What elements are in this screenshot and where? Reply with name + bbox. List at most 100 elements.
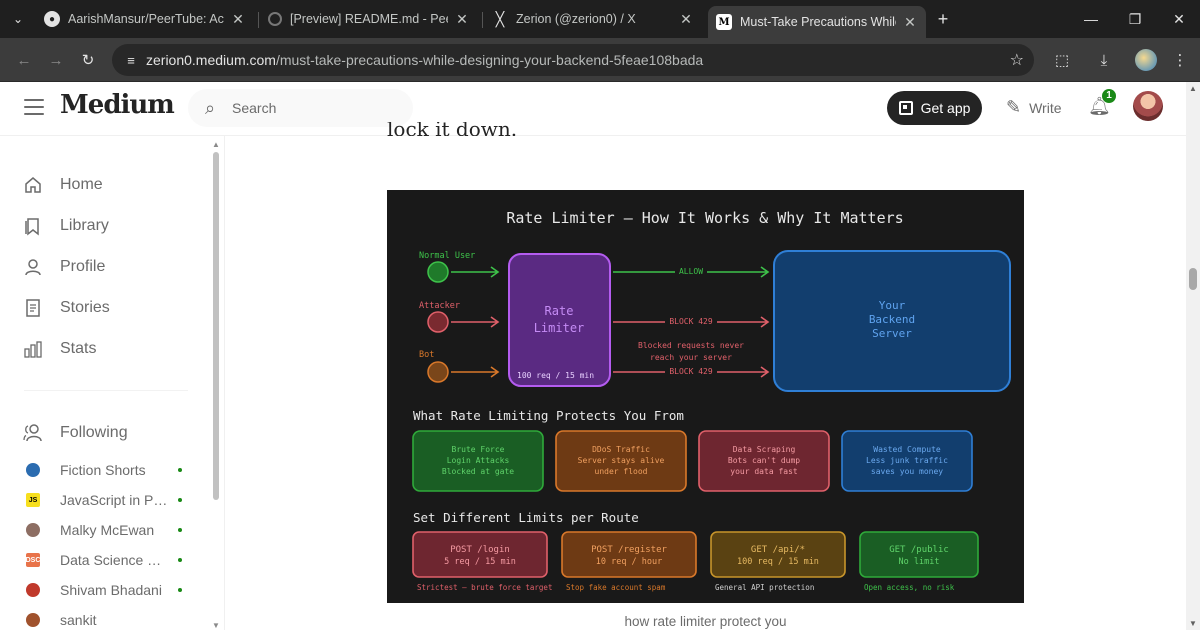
server-label-2: Backend [869, 313, 915, 326]
author-avatar [26, 613, 40, 627]
tab-peertube-activity[interactable]: ● AarishMansur/PeerTube: Activit ✕ [36, 4, 254, 34]
figure-caption: how rate limiter protect you [624, 614, 787, 629]
sidebar-item-profile[interactable]: Profile [22, 256, 105, 278]
svg-text:Server stays alive: Server stays alive [578, 456, 665, 465]
qr-code-icon [898, 101, 913, 115]
scroll-down-arrow-icon[interactable]: ▼ [1189, 619, 1197, 628]
author-avatar [26, 583, 40, 597]
sidebar-item-stories[interactable]: Stories [22, 297, 110, 319]
blocked-note-2: reach your server [650, 353, 732, 362]
following-item[interactable]: JS JavaScript in Pla… [26, 492, 186, 508]
tab-search-button[interactable]: ⌄ [6, 7, 30, 31]
sidebar-item-library[interactable]: Library [22, 215, 109, 237]
x-logo-icon: ╳ [495, 10, 505, 27]
protect-card-compute: Wasted Compute Less junk traffic saves y… [841, 430, 973, 492]
user-avatar[interactable] [1133, 91, 1163, 121]
document-icon [22, 297, 44, 319]
close-tab-icon[interactable]: ✕ [454, 11, 470, 28]
sidebar-item-following[interactable]: Following [22, 422, 128, 444]
tab-title: Zerion (@zerion0) / X [516, 12, 636, 26]
people-icon [22, 422, 44, 444]
diagram-title: Rate Limiter — How It Works & Why It Mat… [506, 209, 903, 227]
search-input[interactable] [232, 100, 392, 116]
protect-card-ddos: DDoS Traffic Server stays alive under fl… [555, 430, 687, 492]
server-label-1: Your [879, 299, 906, 312]
page-scroll-thumb[interactable] [1189, 268, 1197, 290]
address-bar[interactable]: ≡ zerion0.medium.com/must-take-precautio… [112, 44, 1034, 76]
pencil-square-icon: ✎ [1006, 97, 1022, 117]
block-label-1: BLOCK 429 [669, 317, 713, 326]
get-app-label: Get app [920, 100, 971, 116]
svg-text:Less junk traffic: Less junk traffic [866, 456, 948, 465]
new-story-dot [178, 528, 182, 532]
menu-hamburger-icon[interactable] [24, 99, 44, 119]
home-icon [22, 174, 44, 196]
loading-icon [268, 12, 282, 26]
browser-profile-avatar[interactable] [1135, 49, 1157, 71]
left-sidebar: Home Library Profile Stories Stats Follo… [0, 136, 225, 630]
svg-text:10 req / hour: 10 req / hour [596, 557, 663, 567]
forward-button[interactable]: → [44, 48, 68, 72]
tab-separator [482, 12, 483, 28]
close-tab-icon[interactable]: ✕ [678, 11, 694, 28]
bookmark-star-icon[interactable]: ☆ [1010, 50, 1024, 70]
scroll-down-arrow-icon[interactable]: ▼ [212, 621, 220, 630]
svg-text:100 req / 15 min: 100 req / 15 min [737, 557, 819, 567]
svg-text:POST /register: POST /register [591, 545, 667, 555]
close-tab-icon[interactable]: ✕ [902, 14, 918, 31]
tab-zerion-x[interactable]: ╳ Zerion (@zerion0) / X ✕ [484, 4, 702, 34]
new-tab-button[interactable]: + [932, 8, 954, 30]
browser-toolbar: ← → ↻ ≡ zerion0.medium.com/must-take-pre… [0, 38, 1200, 82]
extensions-icon[interactable]: ⬚ [1050, 48, 1074, 72]
tab-readme-preview[interactable]: [Preview] README.md - PeerTu ✕ [260, 4, 478, 34]
tab-title: AarishMansur/PeerTube: Activit [68, 12, 224, 26]
following-item[interactable]: DSC Data Science Co… [26, 552, 186, 568]
svg-text:POST /login: POST /login [450, 545, 510, 555]
svg-text:Blocked at gate: Blocked at gate [442, 467, 514, 476]
following-item[interactable]: Shivam Bhadani [26, 582, 186, 598]
search-icon: ⌕ [204, 97, 216, 118]
following-item[interactable]: Malky McEwan [26, 522, 186, 538]
write-button[interactable]: ✎ Write [1006, 97, 1062, 118]
tab-title: Must-Take Precautions While De [740, 15, 896, 29]
download-icon[interactable]: ⤓ [1092, 48, 1116, 72]
blocked-note-1: Blocked requests never [638, 341, 744, 350]
scroll-up-arrow-icon[interactable]: ▲ [212, 140, 220, 149]
browser-menu-icon[interactable]: ⋮ [1168, 48, 1192, 72]
client-label-bot: Bot [419, 350, 434, 360]
write-label: Write [1029, 99, 1062, 116]
notification-count-badge: 1 [1102, 89, 1116, 103]
page-scrollbar[interactable]: ▲ ▼ [1186, 82, 1200, 630]
following-item[interactable]: sankit [26, 612, 186, 628]
medium-header: Medium ⌕ Get app ✎ Write 🔔︎ [0, 82, 1186, 136]
following-item[interactable]: Fiction Shorts [26, 462, 186, 478]
client-node-attacker [427, 311, 449, 333]
close-tab-icon[interactable]: ✕ [230, 11, 246, 28]
scroll-up-arrow-icon[interactable]: ▲ [1189, 84, 1197, 93]
sidebar-scrollbar[interactable]: ▲ ▼ [212, 140, 220, 630]
medium-logo[interactable]: Medium [60, 90, 175, 120]
protects-heading: What Rate Limiting Protects You From [413, 408, 684, 423]
minimize-window-button[interactable]: — [1080, 8, 1102, 30]
sidebar-item-home[interactable]: Home [22, 174, 103, 196]
maximize-window-button[interactable]: ❐ [1124, 8, 1146, 30]
limit-card-login: POST /login 5 req / 15 min Strictest — b… [412, 531, 552, 592]
limiter-label-1: Rate [545, 304, 574, 318]
get-app-button[interactable]: Get app [887, 91, 982, 125]
publication-logo: JS [26, 493, 40, 507]
url-text[interactable]: zerion0.medium.com/must-take-precautions… [146, 52, 703, 68]
tab-medium-article[interactable]: M Must-Take Precautions While De ✕ [708, 6, 926, 38]
sidebar-item-stats[interactable]: Stats [22, 338, 96, 360]
close-window-button[interactable]: ✕ [1168, 8, 1190, 30]
article-text-cutoff: lock it down. [387, 122, 518, 136]
bookmark-icon [22, 215, 44, 237]
sidebar-scroll-thumb[interactable] [213, 152, 219, 500]
browser-tab-bar: ⌄ ● AarishMansur/PeerTube: Activit ✕ [Pr… [0, 0, 1200, 38]
svg-text:under flood: under flood [595, 467, 648, 476]
back-button[interactable]: ← [12, 48, 36, 72]
reload-button[interactable]: ↻ [76, 48, 100, 72]
svg-text:Data Scraping: Data Scraping [733, 445, 796, 454]
site-info-icon[interactable]: ≡ [116, 53, 146, 68]
search-box[interactable]: ⌕ [188, 89, 413, 127]
client-node-bot [427, 361, 449, 383]
